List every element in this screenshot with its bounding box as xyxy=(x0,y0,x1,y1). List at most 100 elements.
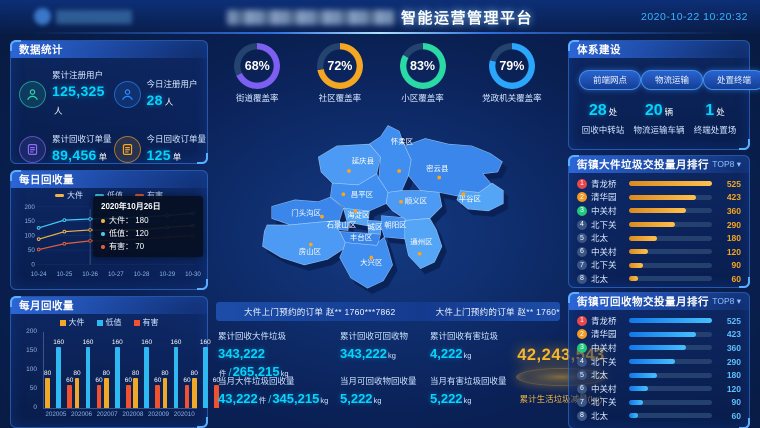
ranking-row: 2清华园423 xyxy=(577,328,741,342)
rank-value: 120 xyxy=(716,247,741,257)
legend-label: 大件 xyxy=(67,190,83,201)
bar-wrap: 160 xyxy=(83,339,94,408)
tooltip-dot xyxy=(101,219,105,223)
map-container: 延庆县怀柔区密云县昌平区顺义区平谷区门头沟区海淀区石景山区城区朝阳区丰台区房山区… xyxy=(214,118,562,300)
system-stat: 1处终端处置场 xyxy=(687,102,743,136)
bar-value: 160 xyxy=(171,339,182,346)
rank-value: 290 xyxy=(716,357,741,367)
map-label: 通州区 xyxy=(410,236,433,246)
rank-bar-track xyxy=(629,276,712,281)
axis-tick: 50 xyxy=(30,385,37,392)
summary-item: 当月可回收物回收量5,222kg xyxy=(340,375,424,420)
rank-bar-track xyxy=(629,413,712,418)
bar-value: 60 xyxy=(66,377,73,384)
stat-text: 今日注册用户28人 xyxy=(147,78,198,110)
ring-label: 社区覆盖率 xyxy=(319,92,362,104)
bar xyxy=(174,347,179,408)
map-label: 密云县 xyxy=(426,163,449,173)
system-tab[interactable]: 前端网点 xyxy=(579,70,641,90)
summary-unit: kg xyxy=(388,351,396,360)
panel-header-ranking-recyclable: 街镇可回收物交投量月排行 TOP8 ▾ xyxy=(569,293,749,310)
right-column: 体系建设 前端网点物流运输处置终端 28处回收中转站20辆物流运输车辆1处终端处… xyxy=(568,40,750,428)
system-value: 1 xyxy=(705,102,714,119)
panel-title: 每月回收量 xyxy=(19,298,74,313)
app-logo xyxy=(34,8,132,25)
rank-bar-fill xyxy=(629,181,712,186)
rank-badge: 8 xyxy=(577,274,587,284)
page-title-text: 智能运营管理平台 xyxy=(401,7,533,28)
top-filter-label: TOP8 xyxy=(712,159,734,169)
beijing-map: 延庆县怀柔区密云县昌平区顺义区平谷区门头沟区海淀区石景山区城区朝阳区丰台区房山区… xyxy=(239,118,537,304)
monthly-yaxis: 050100150200 xyxy=(19,332,39,408)
stat-value: 125 xyxy=(147,147,171,163)
map-label: 朝阳区 xyxy=(384,221,407,230)
stat-value: 28 xyxy=(147,92,163,108)
panel-title: 体系建设 xyxy=(577,42,621,57)
rank-badge: 7 xyxy=(577,260,587,270)
system-tab[interactable]: 物流运输 xyxy=(641,70,703,90)
panel-title: 数据统计 xyxy=(19,42,63,57)
tooltip-row: 大件： 180 xyxy=(101,215,195,226)
summary-label: 累计回收大件垃圾 xyxy=(218,330,334,342)
ranking-row: 4北下关290 xyxy=(577,218,741,232)
stat-label: 今日注册用户 xyxy=(147,78,198,90)
ring-label: 街道覆盖率 xyxy=(236,92,279,104)
rank-bar-fill xyxy=(629,195,696,200)
rank-name: 北太 xyxy=(591,369,625,381)
stat-value: 89,456 xyxy=(52,147,97,163)
map-label: 房山区 xyxy=(299,246,322,256)
ranking-row: 3中关村360 xyxy=(577,204,741,218)
rank-name: 中关村 xyxy=(591,342,625,354)
bar xyxy=(67,385,72,408)
svg-text:10-26: 10-26 xyxy=(82,271,98,278)
bar xyxy=(133,378,138,408)
stat-value-row: 125,325人 xyxy=(52,83,112,119)
coverage-ring: 83%小区覆盖率 xyxy=(400,43,446,117)
ring-gauge: 68% xyxy=(234,43,280,89)
map-label: 平谷区 xyxy=(459,195,482,204)
user-icon xyxy=(114,81,141,108)
panel-header-ranking-large: 街镇大件垃圾交投量月排行 TOP8 ▾ xyxy=(569,156,749,173)
rank-bar-fill xyxy=(629,236,657,241)
bar xyxy=(155,385,160,408)
bar-category: 202008 xyxy=(120,409,146,421)
rank-bar-track xyxy=(629,236,712,241)
rank-value: 360 xyxy=(716,206,741,216)
top-filter[interactable]: TOP8 ▾ xyxy=(712,296,741,307)
ring-label: 小区覆盖率 xyxy=(401,92,444,104)
legend-marker xyxy=(55,194,64,197)
system-value: 28 xyxy=(589,102,607,119)
bar xyxy=(45,378,50,408)
top-filter[interactable]: TOP8 ▾ xyxy=(712,159,741,170)
page-title: 智能运营管理平台 xyxy=(227,7,533,28)
system-tab[interactable]: 处置终端 xyxy=(703,70,760,90)
chevron-down-icon: ▾ xyxy=(737,159,741,169)
monthly-bar-chart[interactable]: 050100150200 801606080160608016060801606… xyxy=(43,332,197,421)
map-label: 丰台区 xyxy=(350,232,373,242)
summary-label: 当月可回收物回收量 xyxy=(340,375,424,387)
monthly-chart-body: 大件低值有害 050100150200 80160608016060801606… xyxy=(11,314,207,421)
rank-name: 北太 xyxy=(591,232,625,244)
tooltip-text: 大件： 180 xyxy=(109,215,149,226)
bar-wrap: 160 xyxy=(200,339,211,408)
rank-badge: 6 xyxy=(577,247,587,257)
daily-tooltip-box: 2020年10月26日 大件： 180低值： 120有害： 70 xyxy=(93,196,203,257)
ring-gauge: 72% xyxy=(317,43,363,89)
ranking-large-body: 1青龙桥5252清华园4233中关村3604北下关2905北太1806中关村12… xyxy=(569,173,749,286)
ranking-row: 3中关村360 xyxy=(577,341,741,355)
bar-value: 80 xyxy=(132,370,139,377)
bar-category: 202005 xyxy=(43,409,69,421)
ticker-track: 大件上门预约的订单 赵** 1760***7862大件上门预约的订单 赵** 1… xyxy=(216,306,560,318)
system-tabs: 前端网点物流运输处置终端 xyxy=(569,58,749,90)
stat-unit: 单 xyxy=(99,152,108,162)
summary-unit: kg xyxy=(374,396,382,405)
summary-item: 当月大件垃圾回收量43,222件/345,215kg xyxy=(218,375,334,420)
ranking-row: 5北太180 xyxy=(577,231,741,245)
stat-label: 累计回收订单量 xyxy=(52,133,112,145)
bar xyxy=(115,347,120,408)
map-dot xyxy=(437,176,441,180)
rank-value: 423 xyxy=(716,192,741,202)
bar-wrap: 60 xyxy=(154,377,161,408)
svg-text:200: 200 xyxy=(25,204,36,211)
bar-wrap: 160 xyxy=(171,339,182,408)
